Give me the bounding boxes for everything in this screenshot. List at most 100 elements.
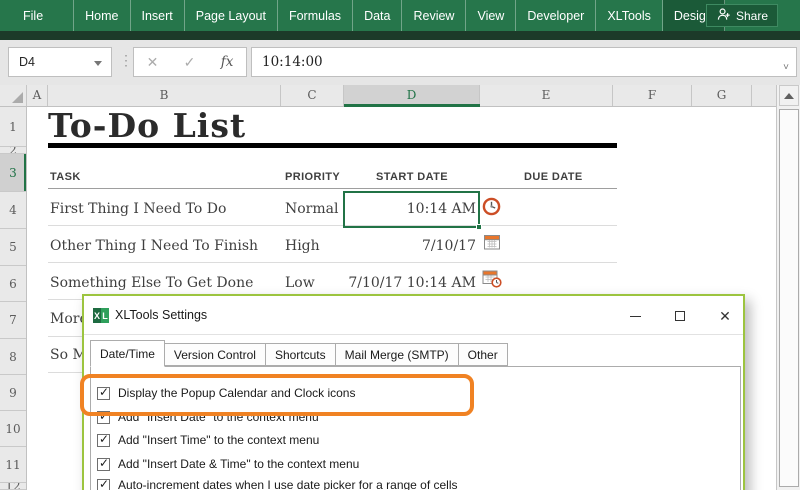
formula-input[interactable]: 10:14:00 ˅ [251,47,797,77]
column-header-f[interactable]: F [613,85,692,106]
close-button[interactable]: ✕ [710,305,740,327]
name-box[interactable]: D4 [8,47,112,77]
fill-handle[interactable] [476,224,482,230]
table-header-task: TASK [50,171,81,183]
cancel-icon[interactable]: ✕ [147,54,159,71]
tab-developer[interactable]: Developer [516,0,597,31]
row-header-11[interactable]: 11 [0,447,26,483]
select-all-corner[interactable] [0,85,27,106]
cell-priority-1[interactable]: Normal [285,200,338,218]
row-header-3[interactable]: 3 [0,154,26,192]
row-header-column: 1 2 3 4 5 6 7 8 9 10 11 12 [0,107,27,490]
column-header-e[interactable]: E [480,85,613,106]
formula-bar-divider-icon: ⋮ [119,52,133,68]
cell-priority-3[interactable]: Low [285,274,315,292]
column-header-g[interactable]: G [692,85,752,106]
ribbon-gap [58,0,75,31]
dialog-title-bar[interactable]: X L XLTools Settings ✕ [84,296,743,335]
share-person-icon [716,7,731,24]
table-header-start-date: START DATE [375,171,449,183]
scroll-up-icon [784,92,794,99]
cell-task-3[interactable]: Something Else To Get Done [50,274,253,292]
share-label: Share [735,8,768,23]
column-header-c[interactable]: C [281,85,344,106]
column-header-b[interactable]: B [48,85,281,106]
checkbox-checked-icon[interactable] [97,432,110,447]
logo-l: L [101,308,109,323]
formula-bar-expand-icon[interactable]: ˅ [783,54,789,82]
minimize-button[interactable] [620,305,650,327]
clock-icon[interactable] [482,197,501,216]
ribbon-tab-bar: File Home Insert Page Layout Formulas Da… [0,0,800,31]
tab-version-control[interactable]: Version Control [164,343,266,366]
column-header-a[interactable]: A [27,85,48,106]
calendar-clock-icon[interactable] [482,269,502,288]
excel-window: File Home Insert Page Layout Formulas Da… [0,0,800,490]
scroll-up-button[interactable] [779,85,799,106]
tab-data[interactable]: Data [353,0,403,31]
tab-formulas[interactable]: Formulas [278,0,354,31]
vertical-scrollbar[interactable] [776,85,800,490]
worksheet-title: To-Do List [48,106,247,145]
tab-view[interactable]: View [466,0,517,31]
row-header-1[interactable]: 1 [0,107,26,147]
tab-other[interactable]: Other [458,343,508,366]
name-box-dropdown-icon[interactable] [94,61,102,66]
row-separator [48,262,617,263]
option-label: Add "Insert Date & Time" to the context … [118,457,360,471]
name-box-value: D4 [19,55,35,69]
cell-start-date-2[interactable]: 7/10/17 [344,237,476,255]
selected-cell-border[interactable] [343,191,482,230]
option-insert-time[interactable]: Add "Insert Time" to the context menu [97,432,319,448]
tab-page-layout[interactable]: Page Layout [185,0,278,31]
cell-task-1[interactable]: First Thing I Need To Do [50,200,226,218]
cell-priority-2[interactable]: High [285,237,320,255]
scrollbar-thumb[interactable] [779,109,799,487]
column-header-row: A B C D E F G [0,85,776,107]
option-label: Auto-increment dates when I use date pic… [118,478,458,490]
row-header-10[interactable]: 10 [0,411,26,447]
column-header-partial[interactable] [752,85,775,106]
ribbon-bottom-edge [0,31,800,40]
checkbox-checked-icon[interactable] [97,456,110,471]
option-label: Add "Insert Time" to the context menu [118,433,320,447]
option-insert-date-time[interactable]: Add "Insert Date & Time" to the context … [97,456,359,472]
formula-value: 10:14:00 [262,54,323,70]
calendar-icon[interactable] [483,233,502,252]
row-header-7[interactable]: 7 [0,302,26,339]
row-header-9[interactable]: 9 [0,375,26,411]
active-column-underline [344,104,480,107]
tab-insert[interactable]: Insert [131,0,185,31]
option-auto-increment[interactable]: Auto-increment dates when I use date pic… [97,477,458,490]
insert-function-icon[interactable]: fx [221,54,234,70]
share-button[interactable]: Share [705,4,778,27]
cell-start-date-3[interactable]: 7/10/17 10:14 AM [344,274,476,292]
tab-date-time[interactable]: Date/Time [90,340,165,367]
tab-review[interactable]: Review [402,0,467,31]
dialog-tab-strip: Date/Time Version Control Shortcuts Mail… [90,340,508,367]
table-header-separator [48,188,617,189]
row-header-2[interactable]: 2 [0,147,26,154]
tab-file[interactable]: File [8,0,58,31]
row-header-4[interactable]: 4 [0,192,26,229]
row-separator [48,225,617,226]
cell-task-2[interactable]: Other Thing I Need To Finish [50,237,258,255]
row-header-5[interactable]: 5 [0,229,26,266]
checkbox-checked-icon[interactable] [97,477,110,490]
tab-home[interactable]: Home [74,0,131,31]
formula-bar-buttons: ✕ ✓ fx [133,47,247,77]
tab-shortcuts[interactable]: Shortcuts [265,343,336,366]
column-header-d[interactable]: D [344,85,480,106]
enter-icon[interactable]: ✓ [184,54,196,71]
maximize-icon [675,311,685,321]
xltools-logo-icon: X L [93,308,109,323]
tab-xltools[interactable]: XLTools [596,0,663,31]
table-header-priority: PRIORITY [285,171,341,183]
dialog-title: XLTools Settings [115,308,208,322]
tab-mail-merge[interactable]: Mail Merge (SMTP) [335,343,459,366]
maximize-button[interactable] [665,305,695,327]
row-header-6[interactable]: 6 [0,266,26,302]
row-header-12[interactable]: 12 [0,483,26,490]
annotation-highlight-box [80,374,474,416]
row-header-8[interactable]: 8 [0,339,26,375]
